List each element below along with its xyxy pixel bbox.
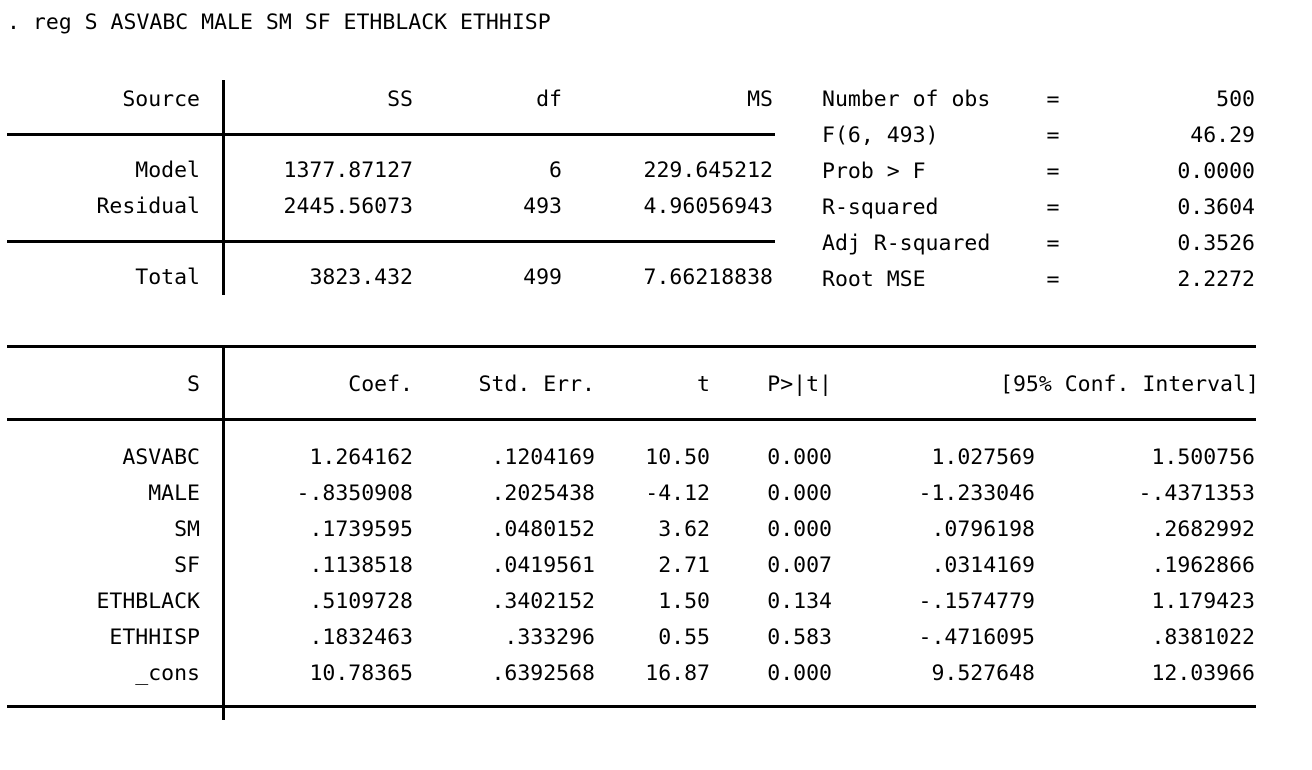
stata-command-line: . reg S ASVABC MALE SM SF ETHBLACK ETHHI… (7, 10, 551, 35)
anova-header-source: Source (122, 87, 200, 112)
coef-row-term: SM (174, 517, 200, 542)
stat-value: 46.29 (1190, 123, 1255, 148)
coef-row-coef: .1832463 (309, 625, 413, 650)
anova-total-ss: 3823.432 (309, 265, 413, 290)
coef-row-coef: .1138518 (309, 553, 413, 578)
anova-row-ss: 2445.56073 (283, 194, 413, 219)
anova-header-ss: SS (387, 87, 413, 112)
coef-row-term: SF (174, 553, 200, 578)
coef-row-ci-low: .0314169 (931, 553, 1035, 578)
stat-label: Number of obs (822, 87, 991, 112)
coef-row-stderr: .6392568 (491, 661, 595, 686)
stat-label: R-squared (822, 195, 939, 220)
coef-row-ci-low: .0796198 (931, 517, 1035, 542)
coef-row-t: -4.12 (645, 481, 710, 506)
coef-row-t: 2.71 (658, 553, 710, 578)
anova-header-rule (7, 133, 775, 136)
coef-row-ci-high: 1.179423 (1151, 589, 1255, 614)
coef-header-stderr: Std. Err. (478, 372, 596, 397)
coef-row-ci-high: .2682992 (1151, 517, 1255, 542)
coef-top-rule (7, 345, 1256, 348)
coef-row-ci-high: .1962866 (1151, 553, 1255, 578)
stat-equals: = (1046, 195, 1060, 220)
anova-vertical-divider (222, 80, 225, 295)
anova-row-ss: 1377.87127 (283, 158, 413, 183)
coef-row-stderr: .2025438 (491, 481, 595, 506)
coef-row-pvalue: 0.134 (767, 589, 832, 614)
coef-vertical-divider (222, 345, 225, 720)
coef-row-ci-low: 1.027569 (931, 445, 1035, 470)
coef-row-term: ETHBLACK (96, 589, 200, 614)
anova-total-label: Total (135, 265, 200, 290)
anova-row-df: 493 (523, 194, 562, 219)
stat-value: 0.0000 (1177, 159, 1255, 184)
stat-value: 0.3604 (1177, 195, 1255, 220)
anova-total-df: 499 (523, 265, 562, 290)
coef-header-t: t (697, 372, 710, 397)
coef-row-pvalue: 0.007 (767, 553, 832, 578)
coef-row-term: MALE (148, 481, 200, 506)
coef-row-ci-high: .8381022 (1151, 625, 1255, 650)
coef-row-stderr: .0480152 (491, 517, 595, 542)
coef-row-coef: 10.78365 (309, 661, 413, 686)
coef-row-t: 10.50 (645, 445, 710, 470)
coef-row-ci-low: -.4716095 (918, 625, 1036, 650)
anova-row-ms: 4.96056943 (643, 194, 773, 219)
coef-row-term: ETHHISP (109, 625, 200, 650)
stat-label: Root MSE (822, 267, 926, 292)
stat-label: Adj R-squared (822, 231, 991, 256)
stat-value: 0.3526 (1177, 231, 1255, 256)
stat-label: Prob > F (822, 159, 926, 184)
coef-header-pvalue: P>|t| (767, 372, 832, 397)
coef-row-t: 16.87 (645, 661, 710, 686)
stat-equals: = (1046, 123, 1060, 148)
coef-row-ci-high: 12.03966 (1151, 661, 1255, 686)
coef-row-ci-low: 9.527648 (931, 661, 1035, 686)
stat-value: 2.2272 (1177, 267, 1255, 292)
anova-total-rule (7, 240, 775, 243)
coef-row-term: _cons (135, 661, 200, 686)
coef-row-stderr: .333296 (504, 625, 595, 650)
coef-row-t: 0.55 (658, 625, 710, 650)
coef-row-ci-high: 1.500756 (1151, 445, 1255, 470)
coef-row-pvalue: 0.583 (767, 625, 832, 650)
coef-row-t: 3.62 (658, 517, 710, 542)
coef-row-coef: .1739595 (309, 517, 413, 542)
anova-row-label: Model (135, 158, 200, 183)
coef-row-stderr: .3402152 (491, 589, 595, 614)
stat-equals: = (1046, 87, 1060, 112)
coef-row-stderr: .0419561 (491, 553, 595, 578)
anova-row-ms: 229.645212 (643, 158, 773, 183)
coef-row-pvalue: 0.000 (767, 445, 832, 470)
coef-row-stderr: .1204169 (491, 445, 595, 470)
coef-row-coef: -.8350908 (296, 481, 414, 506)
anova-total-ms: 7.66218838 (643, 265, 773, 290)
stat-equals: = (1046, 267, 1060, 292)
coef-header-confint: [95% Conf. Interval] (1000, 372, 1259, 397)
coef-row-ci-low: -1.233046 (918, 481, 1036, 506)
stat-equals: = (1046, 231, 1060, 256)
coef-row-coef: 1.264162 (309, 445, 413, 470)
coef-header-coef: Coef. (348, 372, 413, 397)
stat-label: F(6, 493) (822, 123, 939, 148)
coef-header-depvar: S (187, 372, 200, 397)
coef-row-pvalue: 0.000 (767, 481, 832, 506)
coef-row-pvalue: 0.000 (767, 661, 832, 686)
stat-value: 500 (1216, 87, 1255, 112)
coef-row-t: 1.50 (658, 589, 710, 614)
coef-row-coef: .5109728 (309, 589, 413, 614)
coef-row-pvalue: 0.000 (767, 517, 832, 542)
coef-row-term: ASVABC (122, 445, 200, 470)
coef-row-ci-low: -.1574779 (918, 589, 1036, 614)
anova-row-label: Residual (96, 194, 200, 219)
coef-header-rule (7, 418, 1256, 421)
stata-results-console: . reg S ASVABC MALE SM SF ETHBLACK ETHHI… (0, 0, 1312, 770)
anova-row-df: 6 (549, 158, 562, 183)
anova-header-df: df (536, 87, 562, 112)
coef-row-ci-high: -.4371353 (1138, 481, 1256, 506)
stat-equals: = (1046, 159, 1060, 184)
anova-header-ms: MS (747, 87, 773, 112)
coef-bottom-rule (7, 705, 1256, 708)
